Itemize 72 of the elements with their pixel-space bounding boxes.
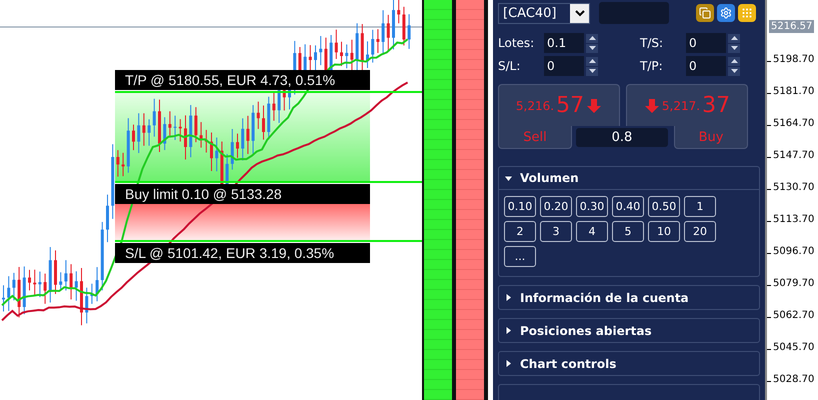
settings-button[interactable] <box>717 4 735 22</box>
section-header[interactable]: Posiciones abiertas <box>499 319 759 342</box>
caret-down-icon <box>730 46 738 50</box>
volume-button[interactable]: 2 <box>504 221 536 242</box>
caret-down-icon <box>730 69 738 73</box>
increment-button[interactable] <box>586 56 598 66</box>
section-header[interactable]: Volumen <box>499 167 759 190</box>
increment-button[interactable] <box>728 56 740 66</box>
axis-label: 5130.70 <box>773 182 814 193</box>
caret-up-icon <box>730 36 738 40</box>
settings-icon <box>720 7 732 19</box>
decrement-button[interactable] <box>586 66 598 76</box>
axis-label: 5096.70 <box>773 246 814 257</box>
chevron-down-icon <box>574 10 584 16</box>
volume-button[interactable]: 20 <box>684 221 716 242</box>
axis-label: 5045.70 <box>773 342 814 353</box>
axis-label: 5079.70 <box>773 278 814 289</box>
order-label: T/P @ 5180.55, EUR 4.73, 0.51% <box>115 70 370 90</box>
axis-label: 5181.70 <box>773 86 814 97</box>
grip-icon <box>741 7 753 19</box>
number-field[interactable]: 0 <box>544 56 584 76</box>
volume-button[interactable]: 10 <box>648 221 680 242</box>
decrement-button[interactable] <box>728 66 740 76</box>
volume-button[interactable]: 1 <box>684 196 716 217</box>
section-header[interactable]: Chart controls <box>499 352 759 375</box>
field-label: T/P: <box>640 59 664 73</box>
volume-button[interactable]: ... <box>504 246 536 267</box>
caret-right-icon <box>505 327 512 334</box>
volume-button[interactable]: 3 <box>540 221 572 242</box>
caret-right-icon <box>505 294 512 301</box>
caret-down-icon <box>588 46 596 50</box>
volume-button[interactable]: 0.10 <box>504 196 536 217</box>
volume-button[interactable]: 0.20 <box>540 196 572 217</box>
caret-right-icon <box>505 360 512 367</box>
current-price-label: 5216.57 <box>769 20 814 33</box>
down-arrow-icon <box>586 98 602 114</box>
axis-label: 5113.70 <box>773 214 814 225</box>
axis-label: 5164.70 <box>773 118 814 129</box>
decrement-button[interactable] <box>728 44 740 52</box>
caret-down-icon <box>588 69 596 73</box>
number-field[interactable]: 0 <box>686 33 726 53</box>
down-arrow-icon <box>644 98 660 114</box>
number-field[interactable]: 0 <box>686 56 726 76</box>
field-label: S/L: <box>498 59 522 73</box>
number-field[interactable]: 0.1 <box>544 33 584 53</box>
volume-button[interactable]: 4 <box>576 221 608 242</box>
copy-button[interactable] <box>696 4 714 22</box>
spread-value: 0.8 <box>576 128 668 147</box>
caret-down-icon <box>505 174 512 182</box>
text-field[interactable] <box>599 2 669 24</box>
axis-label: 5028.70 <box>773 374 814 385</box>
axis-label: 5147.70 <box>773 150 814 161</box>
order-label: Buy limit 0.10 @ 5133.28 <box>115 184 370 204</box>
caret-up-icon <box>588 36 596 40</box>
volume-button[interactable]: 0.30 <box>576 196 608 217</box>
volume-button[interactable]: 5 <box>612 221 644 242</box>
field-label: T/S: <box>640 36 664 50</box>
axis-label: 5062.70 <box>773 310 814 321</box>
caret-up-icon <box>588 59 596 63</box>
decrement-button[interactable] <box>586 44 598 52</box>
increment-button[interactable] <box>586 34 598 42</box>
section-header[interactable]: Información de la cuenta <box>499 286 759 309</box>
volume-button[interactable]: 0.40 <box>612 196 644 217</box>
axis-label: 5198.70 <box>773 54 814 65</box>
caret-up-icon <box>730 59 738 63</box>
copy-icon <box>699 7 711 19</box>
symbol-select[interactable]: [CAC40] <box>498 2 590 24</box>
grid-button[interactable] <box>738 4 756 22</box>
volume-button[interactable]: 0.50 <box>648 196 680 217</box>
field-label: Lotes: <box>498 36 536 50</box>
increment-button[interactable] <box>728 34 740 42</box>
order-label: S/L @ 5101.42, EUR 3.19, 0.35% <box>115 243 370 263</box>
